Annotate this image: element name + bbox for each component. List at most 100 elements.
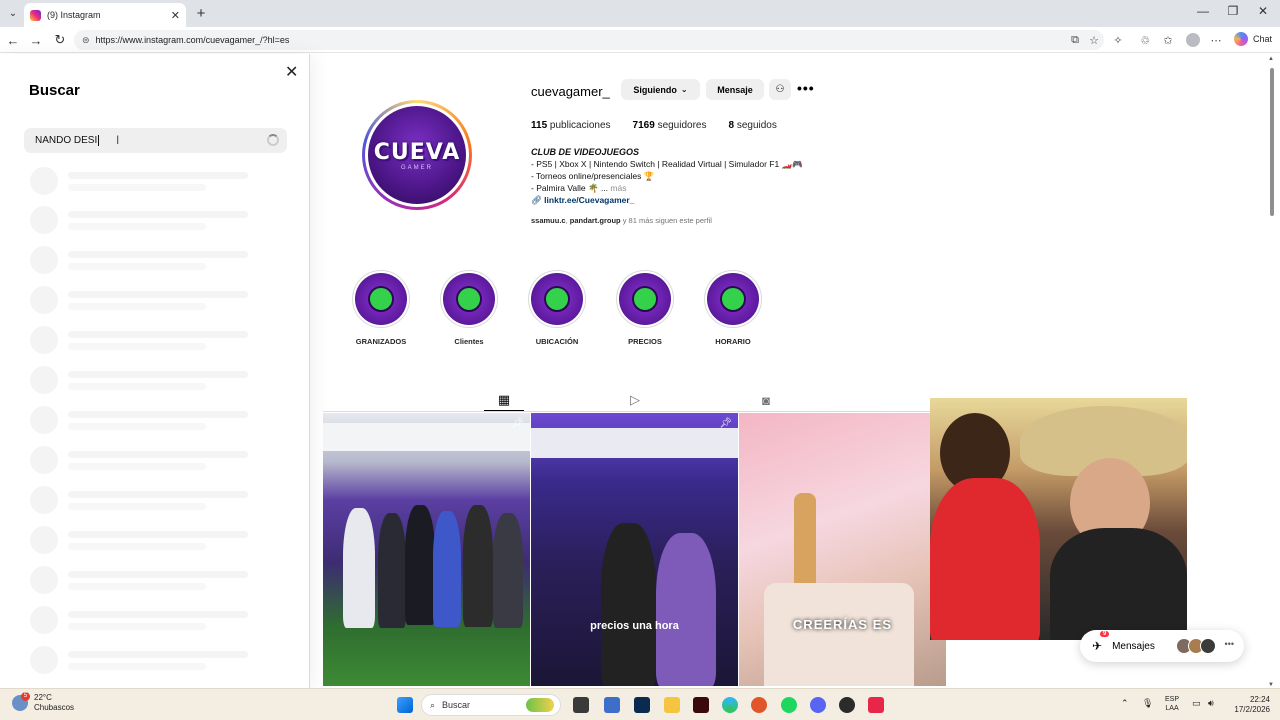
network-icon[interactable]: ▭ (1192, 698, 1201, 709)
post-thumbnail[interactable]: precios una hora 📌︎ (531, 413, 738, 686)
firefox-app-icon[interactable] (751, 697, 767, 713)
language-indicator[interactable]: ESP LAA (1165, 695, 1179, 713)
windows-taskbar: 5 22°C Chubascos ⌕ Buscar ⌃ 🎙︎ ESP LAA ▭ … (0, 688, 1280, 720)
refresh-icon[interactable]: ↻ (52, 32, 68, 48)
message-button-label: Mensaje (717, 84, 753, 95)
page-scrollbar[interactable]: ▲ ▼ (1268, 56, 1276, 688)
copilot-chat-button[interactable]: Chat (1234, 32, 1272, 46)
posts-count: 115 (531, 120, 548, 131)
file-explorer-icon[interactable] (664, 697, 680, 713)
forward-arrow-icon[interactable]: → (28, 32, 44, 48)
messages-button[interactable]: ✈︎ 9 Mensajes ••• (1080, 630, 1244, 662)
grid-icon: ▦ (497, 391, 511, 407)
location-pin-icon (544, 286, 570, 312)
tab-list-chevron-icon[interactable]: ⌄ (4, 4, 22, 22)
extensions-icon[interactable]: ✧ (1111, 33, 1125, 47)
minimize-icon[interactable]: — (1188, 4, 1218, 18)
add-person-icon: ⚇ (775, 84, 785, 95)
illustrator-app-icon[interactable] (693, 697, 709, 713)
tiktok-app-icon[interactable] (868, 697, 884, 713)
loading-spinner-icon (267, 134, 279, 146)
weather-widget[interactable]: 5 22°C Chubascos (12, 692, 74, 713)
address-bar[interactable]: ⊜ https://www.instagram.com/cuevagamer_/… (74, 30, 1104, 50)
post-thumbnail[interactable]: 📌︎ (323, 413, 530, 686)
unread-badge: 9 (1100, 631, 1110, 637)
suggest-users-button[interactable]: ⚇ (769, 79, 791, 100)
task-view-icon[interactable] (573, 697, 589, 713)
new-tab-plus-icon[interactable]: + (192, 4, 210, 22)
followed-by-user: pandart.group (569, 216, 621, 225)
back-arrow-icon[interactable]: ← (5, 32, 21, 48)
weather-temp: 22°C (34, 693, 52, 702)
bio-more-link[interactable]: más (610, 183, 626, 193)
loading-skeleton-row (30, 566, 260, 596)
copilot-label: Chat (1253, 34, 1273, 44)
taskbar-search-label: Buscar (442, 700, 471, 710)
favorites-icon[interactable]: ✩ (1161, 33, 1175, 47)
windows-start-icon[interactable] (397, 697, 413, 713)
chrome-app-icon[interactable] (839, 697, 855, 713)
search-query-text: NANDO DESI (35, 135, 98, 146)
posts-grid-tab[interactable]: ▦ (484, 389, 524, 411)
weather-rain-icon: 5 (12, 692, 30, 711)
pinned-post-icon: 📌︎ (719, 418, 732, 429)
language-code: ESP (1165, 696, 1180, 703)
message-button[interactable]: Mensaje (706, 79, 764, 100)
volume-icon[interactable]: 🔊︎ (1208, 698, 1214, 709)
close-search-icon[interactable]: ✕ (285, 62, 298, 82)
profile-avatar-icon[interactable] (1186, 33, 1200, 47)
photoshop-app-icon[interactable] (634, 697, 650, 713)
posts-stat[interactable]: 115 publicaciones (531, 120, 611, 131)
following-count: 8 (728, 120, 735, 131)
discord-app-icon[interactable] (810, 697, 826, 713)
bio-name: CLUB DE VIDEOJUEGOS (531, 147, 640, 157)
search-highlight-icon (526, 698, 554, 712)
browser-essentials-icon[interactable]: ♲ (1138, 33, 1152, 47)
message-avatars (1176, 638, 1216, 654)
favorite-star-icon[interactable]: ☆ (1087, 33, 1101, 47)
loading-skeleton-row (30, 606, 260, 636)
restore-icon[interactable]: ❐ (1218, 4, 1248, 18)
tagged-tab[interactable]: ◙ (746, 389, 786, 411)
scroll-up-arrow-icon[interactable]: ▲ (1268, 56, 1274, 62)
site-info-icon[interactable]: ⊜ (82, 35, 90, 46)
search-input[interactable]: NANDO DESI I (24, 128, 287, 153)
show-hidden-icons-chevron-icon[interactable]: ⌃ (1121, 698, 1129, 709)
cueva-gamer-logo: CUEVA GAMER (368, 106, 466, 204)
photos-app-icon[interactable] (604, 697, 620, 713)
app-available-icon[interactable]: ⧉ (1068, 33, 1082, 47)
browser-tab-instagram[interactable]: (9) Instagram ✕ (24, 3, 186, 27)
story-highlight-ubicacion[interactable]: UBICACIÓN (522, 270, 592, 346)
following-stat[interactable]: 8 seguidos (728, 120, 776, 131)
profile-options-icon[interactable]: ••• (797, 80, 815, 96)
followers-stat[interactable]: 7169 seguidores (633, 120, 707, 131)
window-close-icon[interactable]: ✕ (1248, 4, 1278, 18)
following-button[interactable]: Siguiendo ⌄ (621, 79, 700, 100)
more-menu-icon[interactable]: ⋯ (1209, 33, 1223, 47)
clock-time: 22:24 (1249, 695, 1270, 704)
story-highlight-precios[interactable]: PRECIOS (610, 270, 680, 346)
clock-date: 17/2/2026 (1234, 705, 1270, 714)
post-thumbnail[interactable] (930, 398, 1187, 640)
profile-avatar[interactable]: CUEVA GAMER (362, 100, 472, 210)
system-clock[interactable]: 22:24 17/2/2026 (1226, 695, 1270, 715)
followers-label: seguidores (657, 120, 707, 131)
loading-skeleton-row (30, 646, 260, 676)
loading-skeleton-row (30, 206, 260, 236)
story-highlight-clientes[interactable]: Clientes (434, 270, 504, 346)
reels-tab[interactable]: ▷ (615, 389, 655, 411)
taskbar-search[interactable]: ⌕ Buscar (421, 694, 561, 716)
scrollbar-thumb[interactable] (1270, 68, 1274, 216)
post-thumbnail[interactable]: CREERÍAS ES (739, 413, 946, 686)
microphone-icon[interactable]: 🎙︎ (1142, 698, 1153, 709)
followed-by-text[interactable]: ssamuu.c, pandart.group y 81 más siguen … (531, 216, 712, 225)
post-caption-overlay: precios una hora (590, 620, 679, 632)
spotify-app-icon[interactable] (781, 697, 797, 713)
edge-browser-icon[interactable] (722, 697, 738, 713)
story-highlight-granizados[interactable]: GRANIZADOS (346, 270, 416, 346)
story-highlight-horario[interactable]: HORARIO (698, 270, 768, 346)
followed-by-rest: y 81 más siguen este perfil (622, 216, 712, 225)
bio-external-link[interactable]: linktr.ee/Cuevagamer_ (544, 195, 634, 205)
tab-close-icon[interactable]: ✕ (171, 9, 180, 22)
link-icon: 🔗︎ (531, 195, 542, 205)
